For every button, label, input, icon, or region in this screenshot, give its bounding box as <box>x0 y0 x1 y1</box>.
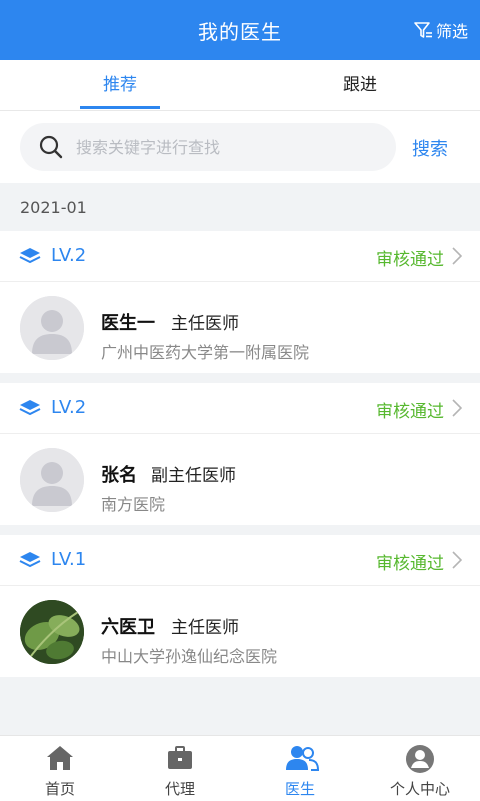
nav-doctors[interactable]: 医生 <box>240 736 360 801</box>
review-status: 审核通过 <box>376 554 444 574</box>
doctor-hospital: 南方医院 <box>101 495 166 514</box>
tab-bar: 推荐 跟进 <box>0 60 480 111</box>
search-box <box>20 123 396 171</box>
card-header: LV.2 审核通过 <box>0 383 480 434</box>
review-status: 审核通过 <box>376 402 444 422</box>
search-button[interactable]: 搜索 <box>412 135 448 161</box>
doctor-card[interactable]: LV.2 审核通过 张名 副主任医师 南方医院 <box>0 383 480 525</box>
doctors-icon <box>286 746 319 771</box>
doctor-name: 六医卫 <box>101 617 155 638</box>
layers-icon <box>19 400 41 416</box>
doctor-hospital: 广州中医药大学第一附属医院 <box>101 343 310 362</box>
app-header: 我的医生 筛选 <box>0 0 480 60</box>
review-status: 审核通过 <box>376 250 444 270</box>
doctor-title: 主任医师 <box>171 618 239 638</box>
home-icon <box>47 746 73 770</box>
chevron-right-icon[interactable] <box>452 399 462 417</box>
page-title: 我的医生 <box>198 20 282 44</box>
nav-profile[interactable]: 个人中心 <box>360 736 480 801</box>
doctor-title: 主任医师 <box>171 314 239 334</box>
active-tab-indicator <box>80 106 160 109</box>
filter-button[interactable]: 筛选 <box>413 18 468 42</box>
nav-profile-label: 个人中心 <box>389 780 450 798</box>
doctor-title: 副主任医师 <box>151 466 236 486</box>
briefcase-icon <box>168 746 192 769</box>
avatar <box>20 600 84 664</box>
nav-doctors-label: 医生 <box>284 780 315 798</box>
bottom-navigation: 首页 代理 医生 个人中心 <box>0 735 480 801</box>
doctor-level: LV.2 <box>51 245 87 266</box>
nav-home[interactable]: 首页 <box>0 736 120 801</box>
month-header: 2021-01 <box>20 198 87 217</box>
layers-icon <box>19 552 41 568</box>
filter-label: 筛选 <box>435 22 468 41</box>
doctor-name: 张名 <box>101 465 137 486</box>
doctor-level: LV.2 <box>51 397 87 418</box>
tab-recommended[interactable]: 推荐 <box>50 60 190 110</box>
plant-photo-avatar <box>20 600 84 664</box>
nav-home-label: 首页 <box>44 780 75 798</box>
doctor-card[interactable]: LV.1 审核通过 六医卫 主任医师 中山大学孙逸仙纪念医院 <box>0 535 480 677</box>
user-icon <box>406 745 434 773</box>
nav-agent[interactable]: 代理 <box>120 736 240 801</box>
nav-agent-label: 代理 <box>164 780 195 798</box>
card-header: LV.1 审核通过 <box>0 535 480 586</box>
card-header: LV.2 审核通过 <box>0 231 480 282</box>
avatar <box>20 296 84 360</box>
default-avatar-icon <box>20 296 84 360</box>
doctor-card[interactable]: LV.2 审核通过 医生一 主任医师 广州中医药大学第一附属医院 <box>0 231 480 373</box>
doctor-hospital: 中山大学孙逸仙纪念医院 <box>101 647 278 666</box>
search-input[interactable] <box>74 136 378 158</box>
doctor-level: LV.1 <box>51 549 87 570</box>
layers-icon <box>19 248 41 264</box>
default-avatar-icon <box>20 448 84 512</box>
chevron-right-icon[interactable] <box>452 551 462 569</box>
search-icon <box>39 135 63 159</box>
chevron-right-icon[interactable] <box>452 247 462 265</box>
avatar <box>20 448 84 512</box>
tab-follow-up[interactable]: 跟进 <box>290 60 430 110</box>
doctor-name: 医生一 <box>101 313 155 334</box>
search-bar: 搜索 <box>0 111 480 183</box>
filter-icon <box>414 22 432 38</box>
